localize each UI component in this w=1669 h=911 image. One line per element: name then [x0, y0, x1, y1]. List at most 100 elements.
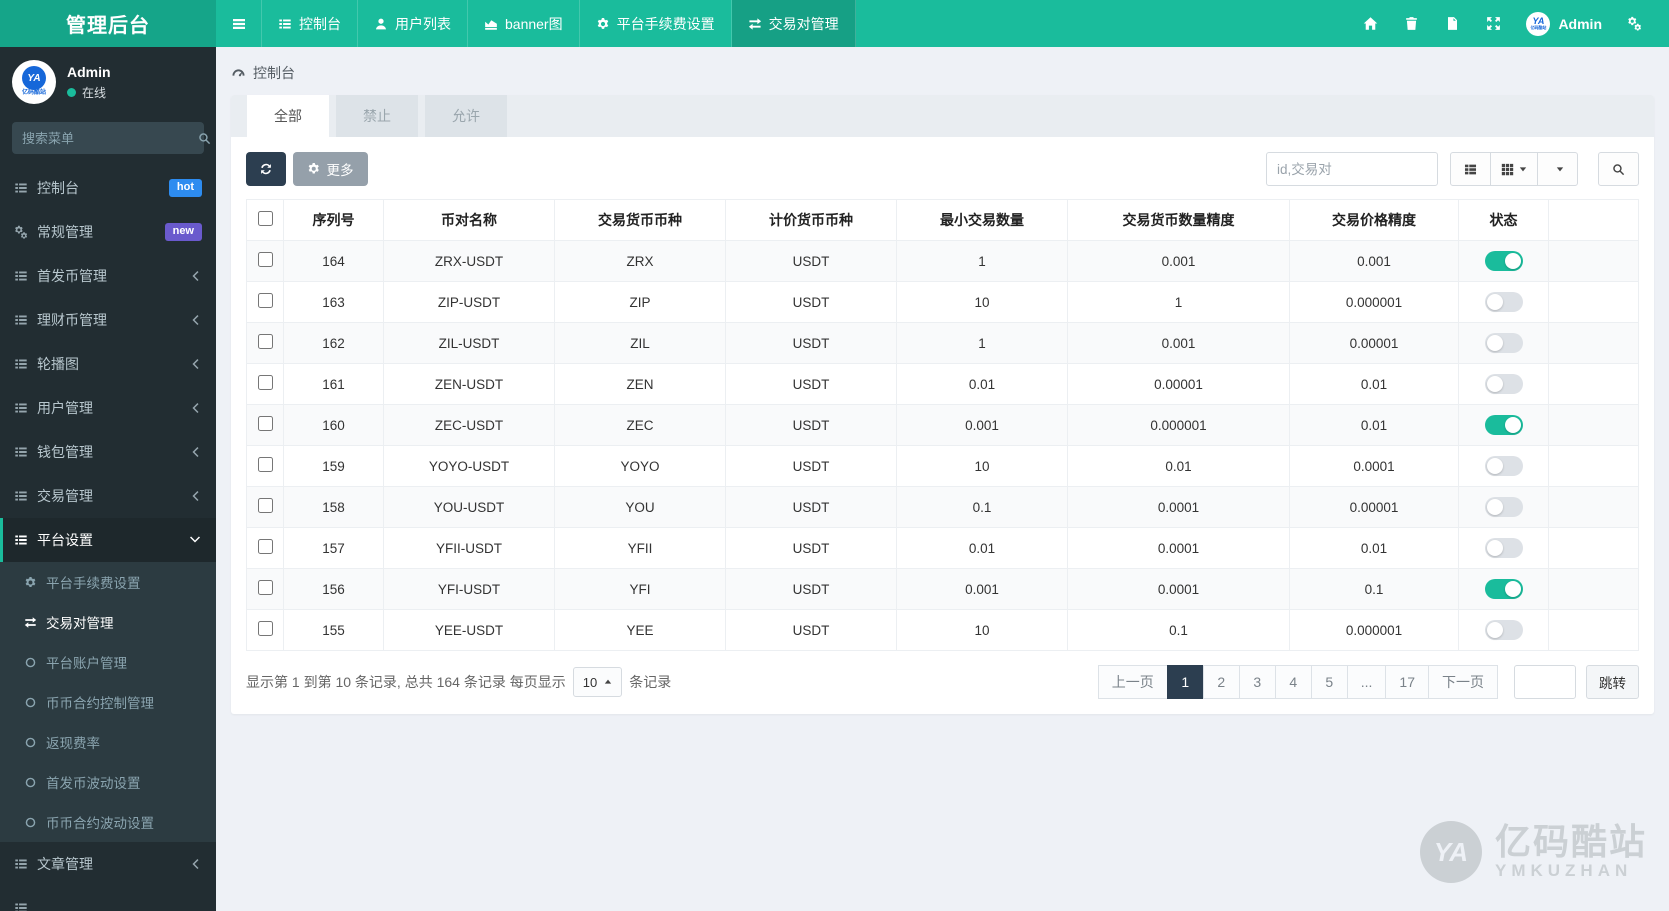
status-toggle[interactable]	[1484, 333, 1523, 353]
settings-button[interactable]	[1614, 0, 1655, 47]
sidebar-subitem-交易对管理[interactable]: 交易对管理	[0, 602, 216, 642]
table-search-input[interactable]	[1266, 152, 1438, 186]
sidebar-user-status: 在线	[67, 84, 111, 101]
cell-empty	[1548, 404, 1639, 446]
clear-cache-button[interactable]	[1432, 0, 1473, 47]
sidebar-subitem-币币合约控制管理[interactable]: 币币合约控制管理	[0, 682, 216, 722]
row-checkbox[interactable]	[257, 457, 273, 472]
export-button[interactable]	[1537, 152, 1578, 186]
row-checkbox[interactable]	[257, 539, 273, 554]
table-row: 156 YFI-USDT YFI USDT 0.001 0.0001 0.1	[246, 568, 1639, 610]
row-select-cell	[246, 363, 284, 405]
cell-price-precision: 0.0001	[1289, 445, 1459, 487]
status-toggle[interactable]	[1484, 415, 1523, 435]
table-header-row: 序列号 币对名称 交易货币币种 计价货币币种 最小交易数量 交易货币数量精度 交易价格精度状…	[246, 199, 1639, 241]
tab-允许[interactable]: 允许	[425, 95, 507, 137]
watermark: YA 亿码酷站 YMKUZHAN	[1419, 821, 1647, 883]
prev-page-button[interactable]: 上一页	[1097, 665, 1168, 699]
page-size-select[interactable]: 10	[572, 667, 623, 697]
sidebar-item-平台设置[interactable]: 平台设置	[0, 518, 216, 562]
home-button[interactable]	[1350, 0, 1391, 47]
jump-button[interactable]: 跳转	[1586, 665, 1639, 699]
toggle-knob	[1486, 540, 1503, 556]
columns-button[interactable]	[1490, 152, 1538, 186]
sidebar-item-控制台[interactable]: 控制台 hot	[0, 166, 216, 210]
sidebar-item-理财币管理[interactable]: 理财币管理	[0, 298, 216, 342]
sidebar-item-钱包管理[interactable]: 钱包管理	[0, 430, 216, 474]
sidebar-item-label: 钱包管理	[37, 444, 93, 460]
sidebar-subitem-平台手续费设置[interactable]: 平台手续费设置	[0, 562, 216, 602]
sidebar-search-input[interactable]	[22, 130, 198, 146]
expand-icon	[1486, 16, 1501, 31]
more-button[interactable]: 更多	[293, 152, 368, 186]
sidebar-subitem-返现费率[interactable]: 返现费率	[0, 722, 216, 762]
sidebar-item-文章管理[interactable]: 文章管理	[0, 842, 216, 886]
row-checkbox[interactable]	[257, 580, 273, 595]
row-checkbox[interactable]	[257, 416, 273, 431]
cell-amount-precision: 0.001	[1067, 240, 1290, 282]
watermark-subtitle: YMKUZHAN	[1494, 860, 1633, 880]
sidebar-item-常规管理[interactable]: 常规管理 new	[0, 210, 216, 254]
sidebar-item-轮播图[interactable]: 轮播图	[0, 342, 216, 386]
sidebar-subitem-币币合约波动设置[interactable]: 币币合约波动设置	[0, 802, 216, 842]
column-header-交易货币数量精度: 交易货币数量精度	[1067, 199, 1290, 241]
jump-page-input[interactable]	[1514, 665, 1576, 699]
refresh-button[interactable]	[246, 152, 286, 186]
status-toggle[interactable]	[1484, 620, 1523, 640]
table-row: 159 YOYO-USDT YOYO USDT 10 0.01 0.0001	[246, 445, 1639, 487]
next-page-button[interactable]: 下一页	[1428, 665, 1498, 699]
page-button-4[interactable]: 4	[1274, 665, 1312, 699]
app-title[interactable]: 管理后台	[0, 0, 216, 47]
column-header-交易货币币种: 交易货币币种	[554, 199, 726, 241]
status-toggle[interactable]	[1484, 538, 1523, 558]
trash-button[interactable]	[1391, 0, 1432, 47]
sidebar-item-用户管理[interactable]: 用户管理	[0, 386, 216, 430]
search-button[interactable]	[1598, 152, 1639, 186]
tab-禁止[interactable]: 禁止	[336, 95, 418, 137]
row-checkbox[interactable]	[257, 621, 273, 636]
row-checkbox[interactable]	[257, 252, 273, 267]
page-button-3[interactable]: 3	[1238, 665, 1276, 699]
row-checkbox[interactable]	[257, 334, 273, 349]
page-button-2[interactable]: 2	[1202, 665, 1240, 699]
user-menu[interactable]: YA 亿码酷站 Admin	[1514, 11, 1614, 36]
nav-item-控制台[interactable]: 控制台	[262, 0, 358, 47]
status-toggle[interactable]	[1484, 374, 1523, 394]
status-toggle[interactable]	[1484, 579, 1523, 599]
list-icon	[14, 533, 28, 547]
page-button-1[interactable]: 1	[1166, 665, 1204, 699]
expand-button[interactable]	[1473, 0, 1514, 47]
cell-amount-precision: 0.000001	[1067, 404, 1290, 446]
status-toggle[interactable]	[1484, 456, 1523, 476]
status-toggle[interactable]	[1484, 251, 1523, 271]
sidebar-toggle-button[interactable]	[216, 0, 262, 47]
row-checkbox[interactable]	[257, 498, 273, 513]
sidebar-item-交易管理[interactable]: 交易管理	[0, 474, 216, 518]
page-button-17[interactable]: 17	[1385, 665, 1429, 699]
sidebar-user-panel: YA 亿码酷站 Admin 在线	[0, 47, 216, 114]
cell-min-amount: 0.01	[896, 363, 1068, 405]
page-button-...[interactable]: ...	[1346, 665, 1387, 699]
nav-item-banner图[interactable]: banner图	[468, 0, 580, 47]
sidebar-item-partial[interactable]	[0, 886, 216, 911]
sidebar-item-首发币管理[interactable]: 首发币管理	[0, 254, 216, 298]
table-row: 158 YOU-USDT YOU USDT 0.1 0.0001 0.00001	[246, 486, 1639, 528]
nav-item-label: 控制台	[299, 15, 341, 32]
row-checkbox[interactable]	[257, 293, 273, 308]
sidebar-subitem-平台账户管理[interactable]: 平台账户管理	[0, 642, 216, 682]
row-checkbox[interactable]	[257, 375, 273, 390]
pagination-info-prefix: 显示第 1 到第 10 条记录, 总共 164 条记录 每页显示	[246, 674, 566, 690]
nav-item-平台手续费设置[interactable]: 平台手续费设置	[580, 0, 732, 47]
select-all-checkbox[interactable]	[257, 211, 273, 226]
status-toggle[interactable]	[1484, 497, 1523, 517]
page-button-5[interactable]: 5	[1310, 665, 1348, 699]
detail-view-button[interactable]	[1450, 152, 1491, 186]
nav-item-交易对管理[interactable]: 交易对管理	[731, 0, 856, 47]
cell-price-precision: 0.1	[1289, 568, 1459, 610]
tab-全部[interactable]: 全部	[247, 95, 329, 137]
list-icon	[14, 313, 28, 327]
nav-item-用户列表[interactable]: 用户列表	[358, 0, 468, 47]
sidebar-subitem-首发币波动设置[interactable]: 首发币波动设置	[0, 762, 216, 802]
circle-icon	[24, 696, 37, 709]
status-toggle[interactable]	[1484, 292, 1523, 312]
